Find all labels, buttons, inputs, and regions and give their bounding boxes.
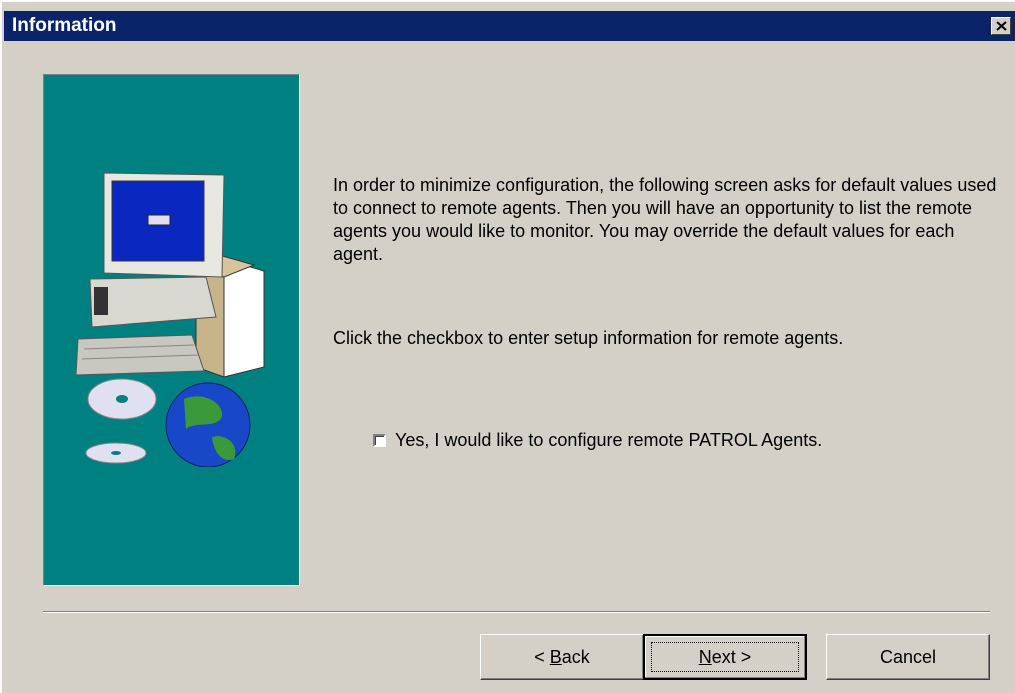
computer-globe-cd-illustration — [75, 172, 265, 467]
title-bar: Information — [4, 11, 1015, 41]
close-icon — [996, 21, 1007, 31]
configure-remote-agents-checkbox[interactable] — [373, 434, 386, 447]
next-button[interactable]: Next > — [643, 634, 807, 680]
back-arrow: < — [534, 646, 545, 667]
close-button[interactable] — [991, 17, 1011, 35]
focus-rectangle — [651, 642, 799, 672]
back-label: ack — [561, 646, 590, 667]
window-title: Information — [12, 15, 117, 36]
intro-paragraph: In order to minimize configuration, the … — [333, 175, 997, 264]
cancel-label: Cancel — [879, 646, 937, 667]
separator — [43, 611, 990, 613]
configure-remote-agents-option[interactable]: Yes, I would like to configure remote PA… — [373, 430, 822, 451]
cancel-button[interactable]: Cancel — [826, 634, 990, 680]
back-mnemonic: B — [549, 646, 562, 667]
back-button[interactable]: < Back — [480, 634, 644, 680]
side-image-panel — [43, 74, 300, 586]
setup-dialog: Information In order to minimize configu… — [0, 0, 1015, 693]
checkbox-label[interactable]: Yes, I would like to configure remote PA… — [395, 430, 822, 451]
instruction-paragraph: Click the checkbox to enter setup inform… — [333, 328, 844, 348]
